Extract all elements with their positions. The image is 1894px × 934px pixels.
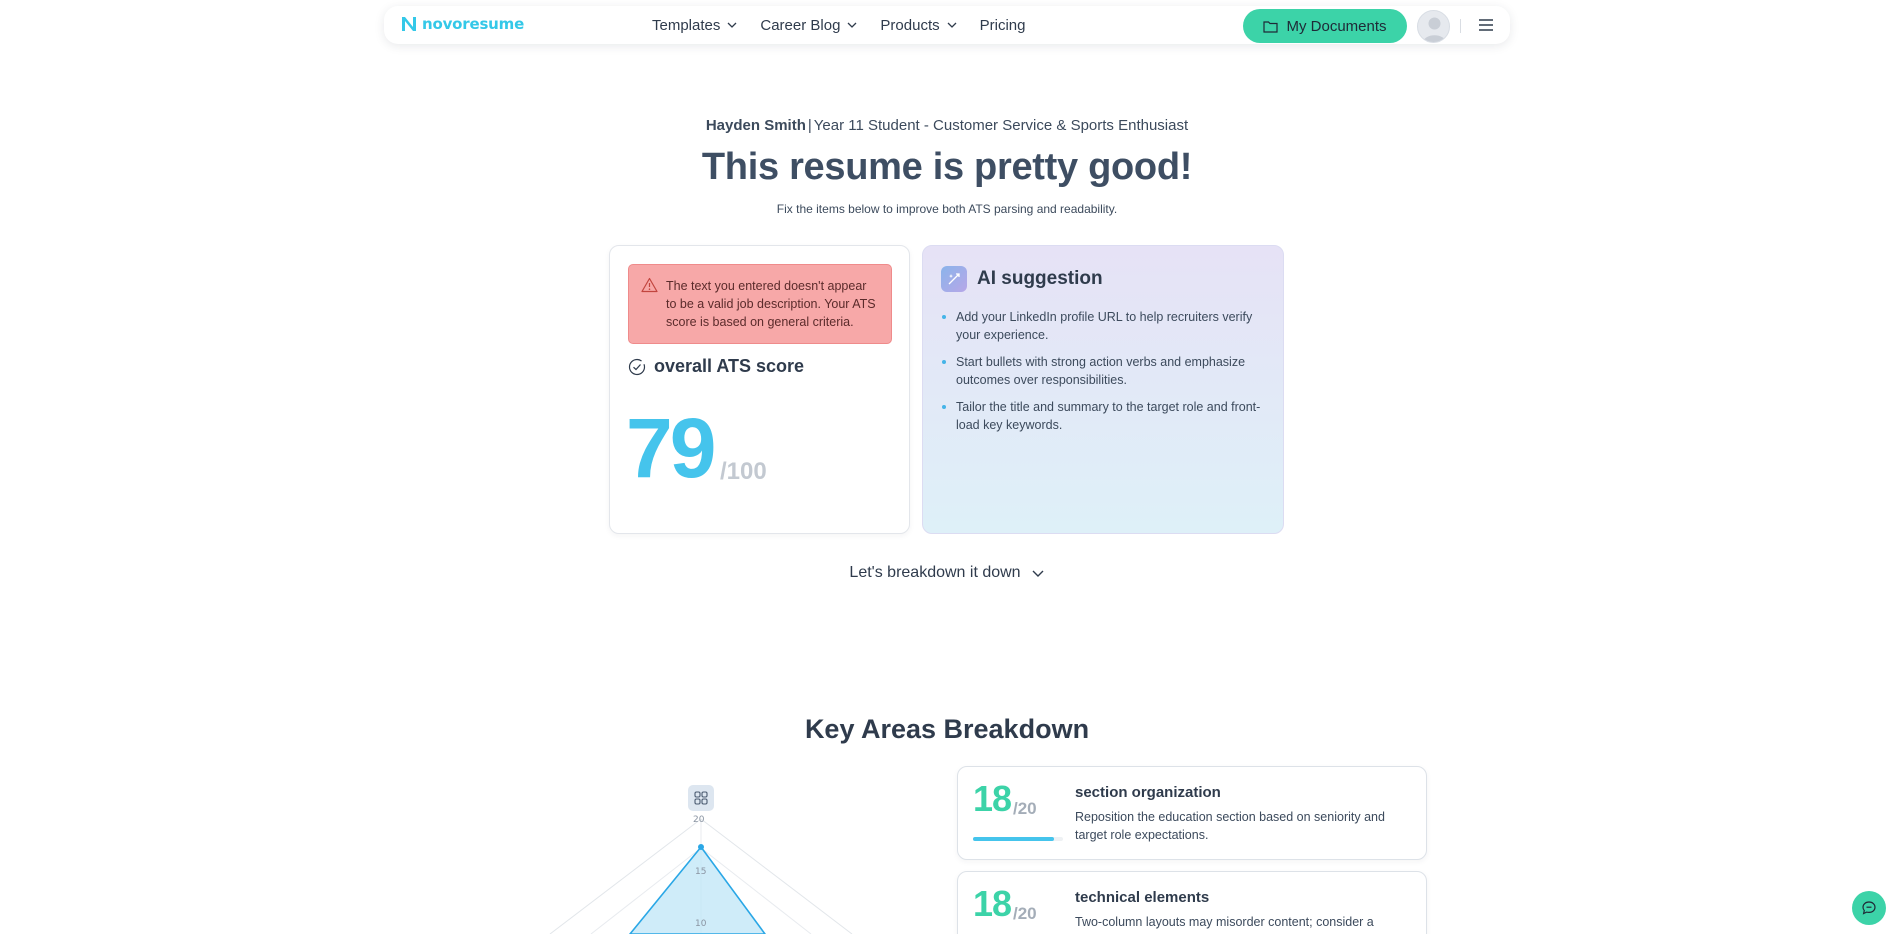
chevron-down-icon	[727, 22, 737, 28]
key-areas-title: Key Areas Breakdown	[804, 714, 1090, 744]
ai-suggestion-card: AI suggestion Add your LinkedIn profile …	[922, 245, 1284, 534]
warning-icon	[641, 277, 658, 293]
hamburger-menu-icon[interactable]	[1478, 18, 1494, 32]
my-documents-button[interactable]: My Documents	[1243, 9, 1407, 43]
menu-item-label: Pricing	[979, 16, 1026, 34]
chat-icon	[1862, 901, 1876, 915]
radar-tick-label: 20	[693, 815, 705, 825]
ai-suggestion-header: AI suggestion	[941, 266, 1103, 292]
candidate-name: Hayden Smith	[705, 117, 806, 134]
ats-score-value: 79	[626, 401, 716, 495]
breakdown-progress-bar	[973, 837, 1063, 841]
user-icon	[1423, 17, 1446, 42]
menu-item-pricing[interactable]: Pricing	[980, 17, 1026, 34]
list-item: Tailor the title and summary to the targ…	[941, 398, 1267, 434]
menu-item-label: Products	[880, 16, 940, 34]
radar-chart: 20 15 10	[549, 815, 853, 934]
breakdown-title: section organization	[1075, 784, 1221, 801]
chat-button[interactable]	[1852, 891, 1886, 925]
ats-score-heading: overall ATS score	[628, 356, 804, 377]
menu-item-career-blog[interactable]: Career Blog	[760, 17, 858, 34]
breakdown-toggle[interactable]: Let's breakdown it down	[0, 564, 1894, 582]
breakdown-description: Two-column layouts may misorder content;…	[1075, 915, 1374, 929]
menu-item-label: Career Blog	[760, 16, 841, 34]
main-menu: Templates Career Blog Products Pricing	[652, 6, 1025, 44]
radar-tick-label: 10	[695, 919, 707, 929]
menu-item-templates[interactable]: Templates	[652, 17, 738, 34]
ai-suggestion-list: Add your LinkedIn profile URL to help re…	[941, 308, 1267, 443]
page-subtitle: Fix the items below to improve both ATS …	[776, 202, 1118, 216]
menu-item-products[interactable]: Products	[880, 17, 957, 34]
breakdown-toggle-label: Let's breakdown it down	[849, 564, 1021, 581]
breakdown-card-section-organization: 18 /20 section organization Reposition t…	[957, 766, 1427, 860]
logo-text: novoresume	[422, 15, 525, 33]
chevron-down-icon	[947, 22, 957, 28]
breakdown-score-max: /20	[1013, 904, 1037, 923]
ats-score-max: /100	[720, 458, 767, 485]
my-documents-label: My Documents	[1286, 17, 1387, 35]
candidate-role: Year 11 Student - Customer Service & Spo…	[813, 117, 1189, 134]
list-item: Add your LinkedIn profile URL to help re…	[941, 308, 1267, 344]
warning-text: The text you entered doesn't appear to b…	[666, 279, 876, 329]
radar-tick-label: 15	[695, 867, 706, 877]
radar-point	[698, 844, 704, 850]
breakdown-score: 18	[973, 778, 1012, 819]
ai-suggestion-title: AI suggestion	[977, 268, 1103, 289]
chevron-down-icon	[847, 22, 857, 28]
breakdown-score: 18	[973, 883, 1012, 924]
check-circle-icon	[628, 358, 646, 375]
chevron-down-icon	[1032, 570, 1044, 577]
breakdown-description: Reposition the education section based o…	[1075, 810, 1385, 842]
breakdown-title: technical elements	[1075, 889, 1210, 906]
ats-score-title: overall ATS score	[654, 356, 805, 376]
top-navbar: novoresume Templates Career Blog Product…	[384, 6, 1510, 44]
nav-divider	[1460, 19, 1461, 33]
list-item: Start bullets with strong action verbs a…	[941, 353, 1267, 389]
resume-title-line: Hayden Smith | Year 11 Student - Customer …	[0, 117, 1894, 134]
breakdown-card-technical-elements: 18 /20 technical elements Two-column lay…	[957, 871, 1427, 934]
ai-sparkle-icon	[941, 266, 967, 292]
logo-icon	[402, 17, 416, 31]
menu-item-label: Templates	[652, 16, 721, 34]
breakdown-score-max: /20	[1013, 799, 1037, 818]
ats-score-card: The text you entered doesn't appear to b…	[609, 245, 910, 534]
breakdown-progress-fill	[973, 837, 1054, 841]
folder-icon	[1263, 20, 1279, 33]
title-separator: |	[807, 117, 812, 134]
logo[interactable]: novoresume	[400, 15, 524, 33]
page-title: This resume is pretty good!	[701, 146, 1193, 188]
job-description-warning: The text you entered doesn't appear to b…	[628, 264, 892, 344]
avatar[interactable]	[1417, 10, 1450, 43]
